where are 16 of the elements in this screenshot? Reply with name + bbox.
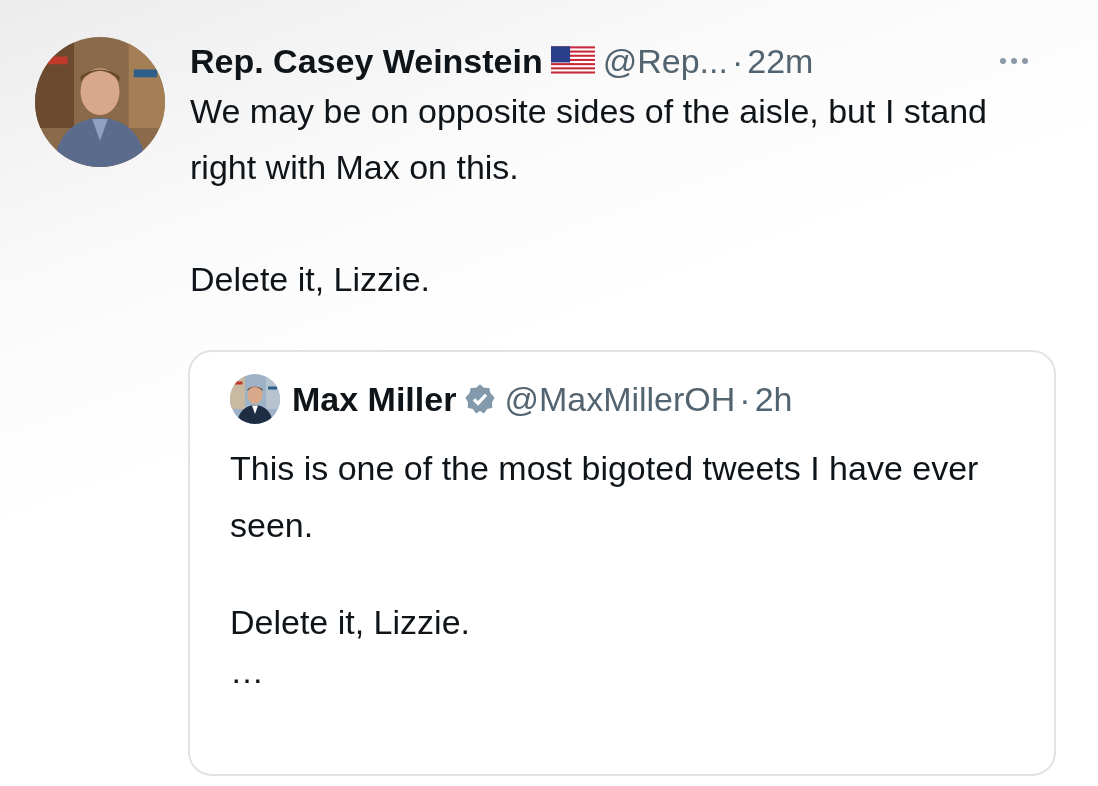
author-name: Rep. Casey Weinstein — [190, 41, 543, 81]
quoted-tweet-text: … — [230, 651, 265, 691]
separator-dot: · — [731, 41, 744, 81]
timestamp: 22m — [747, 41, 814, 81]
quoted-tweet-text: This is one of the most bigoted tweets I have ever seen. — [230, 448, 980, 546]
tweet-text: We may be on opposite sides of the aisle, but I stand right with Max on this. — [190, 91, 988, 188]
author-name: Max Miller — [292, 379, 457, 419]
quoted-tweet-card[interactable]: Max Miller @MaxMillerOH·2h This is one of the most bigoted tweets I have ever seen. Delete it, Lizzie. … — [188, 350, 1056, 776]
timestamp: 2h — [754, 379, 793, 419]
more-options-icon[interactable] — [999, 57, 1029, 65]
quoted-tweet-text: Delete it, Lizzie. — [230, 602, 471, 643]
tweet-text: Delete it, Lizzie. — [190, 259, 431, 300]
separator-dot: · — [739, 379, 751, 419]
author-handle: @MaxMillerOH — [504, 379, 736, 419]
flag-icon — [550, 46, 595, 76]
author-handle: @Rep... — [602, 41, 728, 81]
